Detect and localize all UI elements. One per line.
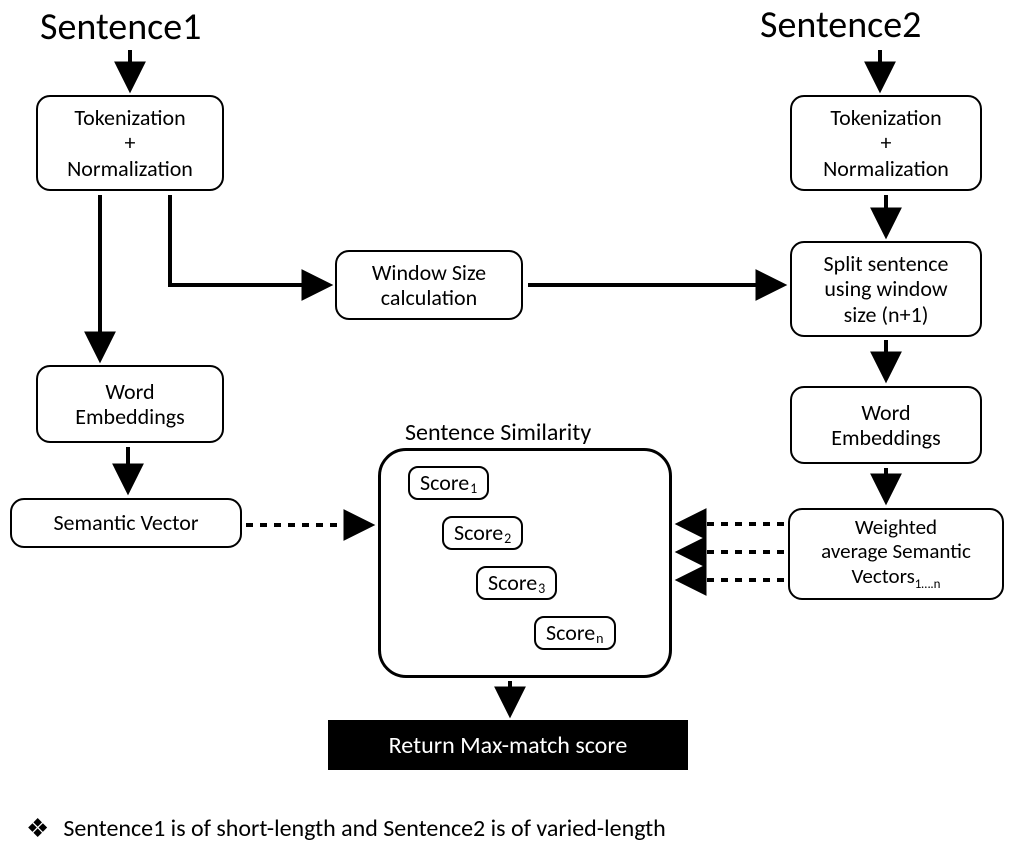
- weighted-vectors-box: Weightedaverage SemanticVectors1….n: [788, 508, 1004, 600]
- right-tokenization-label: Tokenization+Normalization: [823, 105, 949, 181]
- result-box: Return Max-match score: [328, 720, 688, 770]
- result-label: Return Max-match score: [389, 731, 628, 760]
- right-word-embeddings-box: WordEmbeddings: [790, 386, 982, 464]
- score-3-chip: Score3: [476, 566, 557, 600]
- left-semantic-vector-label: Semantic Vector: [53, 510, 198, 535]
- footnote: ❖ Sentence1 is of short-length and Sente…: [26, 812, 666, 844]
- diamond-bullet-icon: ❖: [26, 812, 49, 844]
- window-size-box: Window Sizecalculation: [335, 250, 523, 320]
- left-tokenization-label: Tokenization+Normalization: [67, 105, 193, 181]
- sentence2-title: Sentence2: [760, 2, 921, 48]
- sentence1-title: Sentence1: [40, 4, 201, 50]
- footnote-text: Sentence1 is of short-length and Sentenc…: [63, 814, 665, 843]
- weighted-vectors-label: Weightedaverage SemanticVectors1….n: [821, 515, 971, 592]
- split-sentence-box: Split sentenceusing windowsize (n+1): [790, 241, 982, 337]
- right-tokenization-box: Tokenization+Normalization: [790, 95, 982, 191]
- left-tokenization-box: Tokenization+Normalization: [36, 95, 224, 191]
- split-sentence-label: Split sentenceusing windowsize (n+1): [824, 251, 949, 327]
- score-1-chip: Score1: [408, 466, 489, 500]
- window-size-label: Window Sizecalculation: [372, 260, 486, 311]
- left-word-embeddings-box: WordEmbeddings: [36, 365, 224, 443]
- score-2-chip: Score2: [442, 516, 523, 550]
- sentence-similarity-label: Sentence Similarity: [405, 418, 591, 447]
- score-n-chip: Scoren: [534, 616, 616, 650]
- left-word-embeddings-label: WordEmbeddings: [75, 379, 185, 430]
- left-semantic-vector-box: Semantic Vector: [10, 498, 242, 548]
- right-word-embeddings-label: WordEmbeddings: [831, 400, 941, 451]
